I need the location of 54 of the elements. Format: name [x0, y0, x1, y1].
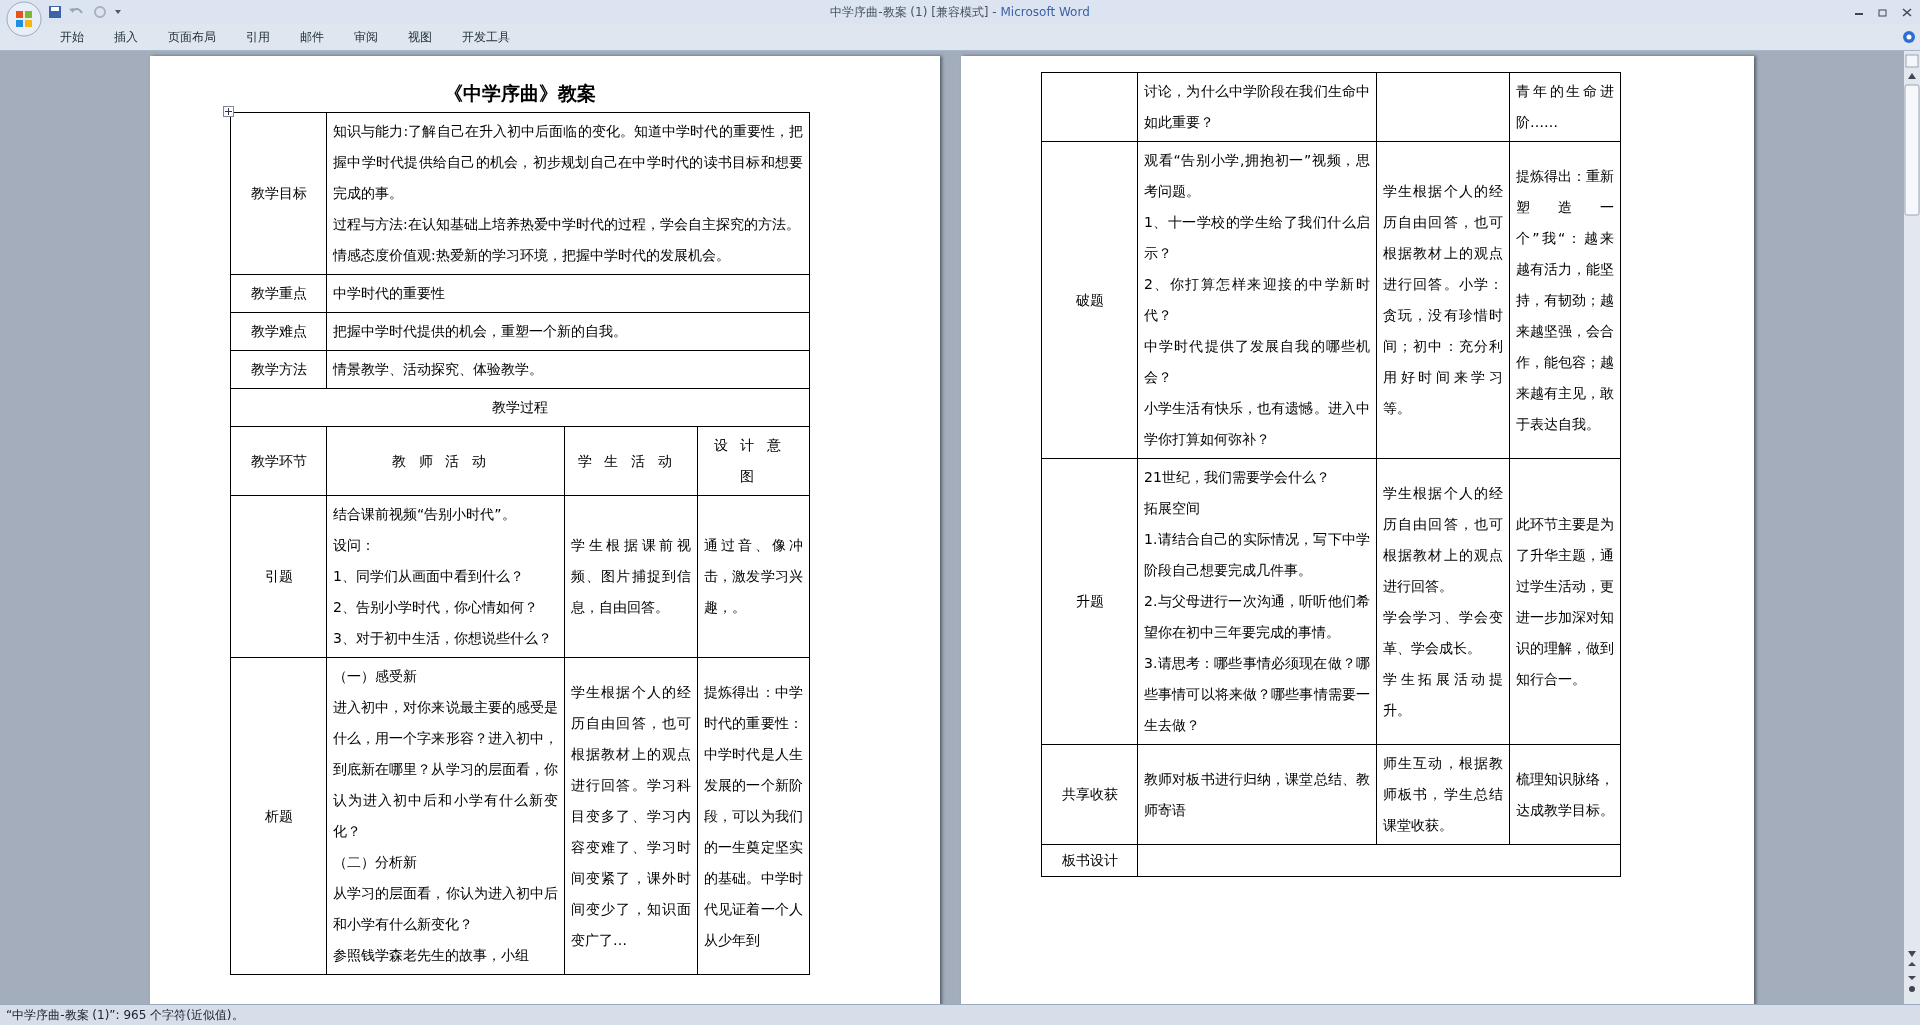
- save-icon[interactable]: [48, 5, 62, 19]
- dropdown-icon[interactable]: [114, 8, 122, 16]
- ribbon-tab[interactable]: 邮件: [290, 26, 334, 48]
- table-cell: 引题: [230, 495, 327, 658]
- table-cell: 此环节主要是为了升华主题，通过学生活动，更进一步加深对知识的理解，做到知行合一。: [1509, 458, 1621, 745]
- table-cell: 共享收获: [1041, 744, 1138, 845]
- ribbon-tab[interactable]: 引用: [236, 26, 280, 48]
- table-cell: 教师对板书进行归纳，课堂总结、教师寄语: [1137, 744, 1377, 845]
- table-cell: 学生根据个人的经历自由回答，也可根据教材上的观点进行回答。小学：贪玩，没有珍惜时间；初中：充分利用好时间来学习等。: [1376, 141, 1510, 459]
- table-cell: 教学方法: [230, 350, 327, 389]
- table-cell: 板书设计: [1041, 844, 1138, 877]
- table-cell: 讨论，为什么中学阶段在我们生命中如此重要？: [1137, 72, 1377, 142]
- table-cell: 中学时代的重要性: [326, 274, 810, 313]
- table-cell: 教学难点: [230, 312, 327, 351]
- table-cell: 破题: [1041, 141, 1138, 459]
- window-title: 中学序曲-教案 (1) [兼容模式] - Microsoft Word: [830, 3, 1090, 21]
- table-cell: 知识与能力:了解自己在升入初中后面临的变化。知道中学时代的重要性，把握中学时代提供给自己的机会，初步规划自己在中学时代的读书目标和想要完成的事。 过程与方法:在认知基础上培养热爱中学时代的过程，学会自主探究的方法。 情感态度价值观:热爱新的学习环境，把握中学时代的发展机会。: [326, 112, 810, 275]
- ribbon-tab[interactable]: 开发工具: [452, 26, 520, 48]
- table-cell: 教学重点: [230, 274, 327, 313]
- table-cell: 教学目标: [230, 112, 327, 275]
- table-cell: 析题: [230, 657, 327, 975]
- table-cell: 观看“告别小学,拥抱初一”视频，思考问题。 1、十一学校的学生给了我们什么启示？ 2、你打算怎样来迎接的中学新时代？ 中学时代提供了发展自我的哪些机会？ 小学生活有快乐，也有遗憾。进入中学你打算如何弥补？: [1137, 141, 1377, 459]
- table-header-cell: 设计意图: [697, 426, 810, 496]
- table-cell: 情景教学、活动探究、体验教学。: [326, 350, 810, 389]
- ribbon-tab[interactable]: 视图: [398, 26, 442, 48]
- table-cell: 学生根据课前视频、图片捕捉到信息，自由回答。: [564, 495, 698, 658]
- ribbon-tab[interactable]: 开始: [50, 26, 94, 48]
- table-cell: 提炼得出：中学时代的重要性：中学时代是人生发展的一个新阶段，可以为我们的一生奠定坚实的基础。中学时代见证着一个人从少年到: [697, 657, 810, 975]
- table-move-handle-icon[interactable]: [223, 106, 234, 117]
- table-cell: 教学过程: [230, 388, 810, 427]
- table-cell: 升题: [1041, 458, 1138, 745]
- ribbon-tab[interactable]: 审阅: [344, 26, 388, 48]
- table-cell: 青年的生命进阶……: [1509, 72, 1621, 142]
- table-cell: 师生互动，根据教师板书，学生总结课堂收获。: [1376, 744, 1510, 845]
- document-title: 《中学序曲》教案: [443, 81, 597, 106]
- ribbon-tab[interactable]: 插入: [104, 26, 148, 48]
- table-cell: （一）感受新 进入初中，对你来说最主要的感受是什么，用一个字来形容？进入初中，到底新在哪里？从学习的层面看，你认为进入初中后和小学有什么新变化？ （二）分析新 从学习的层面看，你认为进入初中后和小学有什么新变化？ 参照钱学森老先生的故事，小组: [326, 657, 565, 975]
- table-cell: 梳理知识脉络，达成教学目标。: [1509, 744, 1621, 845]
- table-cell: 提炼得出：重新塑造一个”我“：越来越有活力，能坚持，有韧劲；越来越坚强，会合作，能包容；越来越有主见，敢于表达自我。: [1509, 141, 1621, 459]
- table-header-cell: 学生活动: [564, 426, 698, 496]
- status-text: “中学序曲-教案 (1)”: 965 个字符(近似值)。: [6, 1006, 244, 1024]
- table-header-cell: 教师活动: [326, 426, 565, 496]
- table-cell: 把握中学时代提供的机会，重塑一个新的自我。: [326, 312, 810, 351]
- close-icon[interactable]: [1902, 7, 1912, 17]
- table-cell: 学生根据个人的经历自由回答，也可根据教材上的观点进行回答。 学会学习、学会变革、学会成长。 学生拓展活动提升。: [1376, 458, 1510, 745]
- vertical-scrollbar[interactable]: [1904, 51, 1920, 1004]
- table-header-cell: 教学环节: [230, 426, 327, 496]
- table-cell: 学生根据个人的经历自由回答，也可根据教材上的观点进行回答。学习科目变多了、学习内容变难了、学习时间变紧了，课外时间变少了，知识面变广了…: [564, 657, 698, 975]
- ribbon-tab[interactable]: 页面布局: [158, 26, 226, 48]
- restore-icon[interactable]: [1878, 7, 1888, 17]
- table-cell: 通过音、像冲击，激发学习兴趣，。: [697, 495, 810, 658]
- table-cell: 结合课前视频“告别小时代”。 设问： 1、同学们从画面中看到什么？ 2、告别小学时代，你心情如何？ 3、对于初中生活，你想说些什么？: [326, 495, 565, 658]
- help-icon[interactable]: [1902, 30, 1916, 44]
- table-cell: 21世纪，我们需要学会什么？ 拓展空间 1.请结合自己的实际情况，写下中学阶段自己想要完成几件事。 2.与父母进行一次沟通，听听他们希望你在初中三年要完成的事情。 3.请思考：哪些事情必须现在做？哪些事情可以将来做？哪些事情需要一生去做？: [1137, 458, 1377, 745]
